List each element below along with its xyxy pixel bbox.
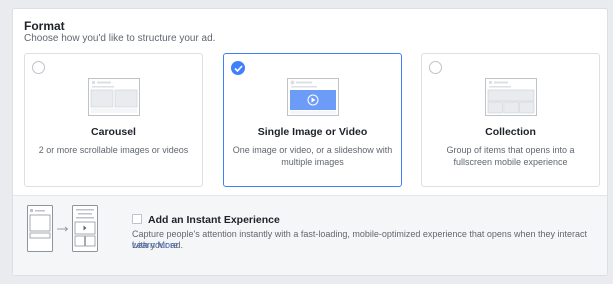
format-card-collection[interactable]: Collection Group of items that opens int… xyxy=(421,53,600,187)
format-subtitle: Choose how you'd like to structure your … xyxy=(24,33,216,44)
carousel-title: Carousel xyxy=(91,126,136,138)
format-card-single-image-or-video[interactable]: Single Image or Video One image or video… xyxy=(223,53,402,187)
learn-more-link[interactable]: Learn More xyxy=(132,240,178,250)
carousel-radio[interactable] xyxy=(32,61,45,74)
collection-description: Group of items that opens into a fullscr… xyxy=(446,145,575,167)
format-card-carousel[interactable]: Carousel 2 or more scrollable images or … xyxy=(24,53,203,187)
instant-experience-title: Add an Instant Experience xyxy=(148,214,280,226)
collection-preview-icon xyxy=(485,78,537,116)
collection-title: Collection xyxy=(485,126,536,138)
carousel-description: 2 or more scrollable images or videos xyxy=(38,145,189,155)
format-title: Format xyxy=(24,19,65,33)
collection-radio[interactable] xyxy=(429,61,442,74)
carousel-preview-icon xyxy=(88,78,140,116)
instant-experience-preview-icon xyxy=(27,205,98,252)
single-image-title: Single Image or Video xyxy=(257,126,368,138)
single-image-description: One image or video, or a slideshow with … xyxy=(232,145,393,167)
instant-experience-description: Capture people's attention instantly wit… xyxy=(132,229,587,250)
format-panel: Format Choose how you'd like to structur… xyxy=(12,8,608,276)
check-icon xyxy=(234,65,243,72)
instant-experience-section: Add an Instant Experience Capture people… xyxy=(13,195,607,275)
single-image-radio[interactable] xyxy=(231,61,245,75)
instant-experience-checkbox[interactable] xyxy=(132,214,142,224)
single-video-preview-icon xyxy=(287,78,339,116)
